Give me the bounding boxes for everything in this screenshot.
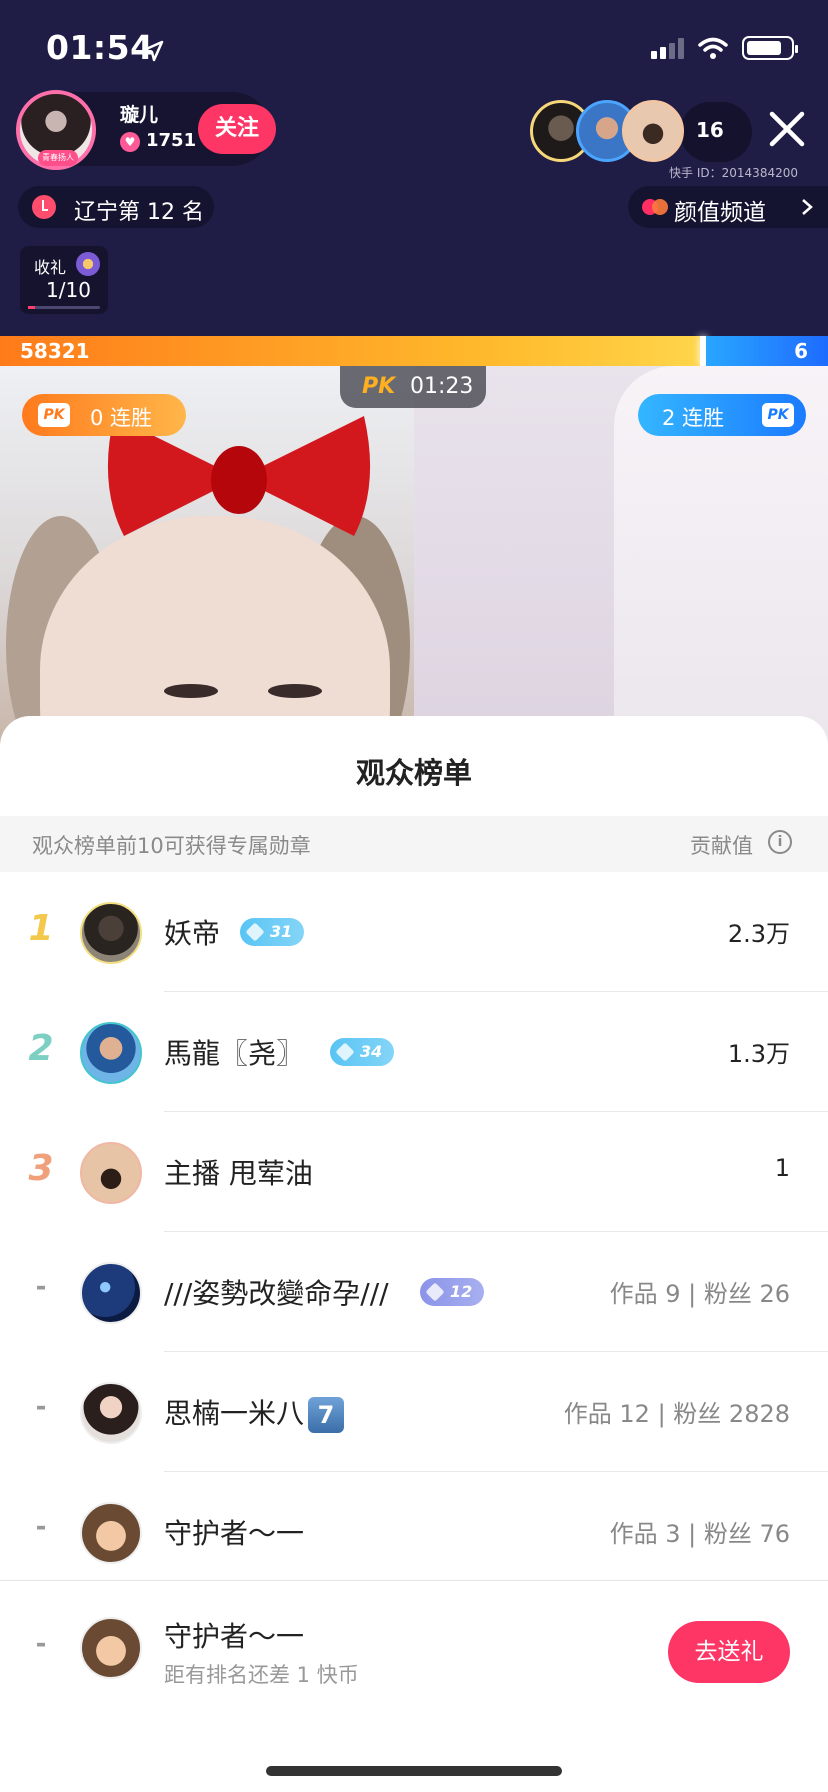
user-name: 妖帝 [164, 917, 221, 950]
gift-icon [76, 252, 100, 276]
chevron-right-icon [802, 199, 813, 215]
audience-leaderboard-sheet: 观众榜单 观众榜单前10可获得专属勋章 贡献值 i 1 妖帝 31 2.3万 2… [0, 716, 828, 1792]
rank-number: - [35, 1629, 47, 1659]
avatar[interactable] [80, 1502, 142, 1564]
host-badge: 青春扬人 [38, 150, 78, 166]
leaderboard-row[interactable]: 2 馬龍〖尧〗 34 1.3万 [0, 992, 828, 1112]
gift-task-box[interactable]: 收礼 1/10 [20, 246, 108, 314]
level-badge: 12 [420, 1278, 484, 1306]
user-stats: 作品 3 | 粉丝 76 [609, 1520, 790, 1548]
gift-task-count: 1/10 [46, 278, 91, 302]
leaderboard-row[interactable]: 1 妖帝 31 2.3万 [0, 872, 828, 992]
user-name: 馬龍〖尧〗 [164, 1037, 305, 1070]
pk-bar-right [706, 336, 828, 366]
avatar[interactable] [80, 1142, 142, 1204]
pk-badge-icon: PK [762, 403, 794, 427]
rank-number: - [35, 1392, 47, 1422]
channel-logo-icon [642, 199, 668, 215]
close-icon[interactable] [764, 106, 810, 152]
leaderboard-hint-bar: 观众榜单前10可获得专属勋章 贡献值 i [0, 816, 828, 872]
kuaishou-id: 快手 ID：2014384200 [669, 166, 798, 180]
my-avatar[interactable] [80, 1617, 142, 1679]
gift-task-label: 收礼 [34, 258, 67, 277]
leaderboard-row[interactable]: 3 主播 甩荤油 1 [0, 1112, 828, 1232]
leaderboard-row[interactable]: - ///姿勢改變命孕/// 12 作品 9 | 粉丝 26 [0, 1232, 828, 1352]
leaderboard-hint: 观众榜单前10可获得专属勋章 [32, 834, 311, 858]
gift-task-progress [28, 306, 100, 309]
pk-timer: PK 01:23 [340, 366, 486, 408]
battery-icon [742, 36, 798, 60]
rank-number: - [35, 1512, 47, 1542]
channel-pill[interactable]: 颜值频道 [628, 186, 828, 228]
follow-button[interactable]: 关注 [198, 104, 276, 154]
user-stats: 作品 9 | 粉丝 26 [609, 1280, 790, 1308]
my-rank-gap: 距有排名还差 1 快币 [164, 1663, 359, 1687]
status-icons [651, 36, 798, 60]
viewer-avatar[interactable] [622, 100, 684, 162]
leaderboard-row[interactable]: - 思楠一米八 7 作品 12 | 粉丝 2828 [0, 1352, 828, 1472]
streak-right-text: 2 连胜 [662, 406, 725, 430]
pk-score-left: 58321 [20, 339, 90, 363]
rank-number: 2 [28, 1028, 54, 1069]
host-name: 璇儿 [120, 104, 159, 126]
wifi-icon [698, 37, 728, 59]
user-name: 守护者～一 [164, 1517, 305, 1550]
number-badge: 7 [308, 1397, 345, 1433]
pk-score-right: 6 [794, 339, 808, 363]
leaderboard-row[interactable]: - 守护者～一 作品 3 | 粉丝 76 [0, 1472, 828, 1592]
region-rank-pill[interactable]: 辽宁第 12 名 [18, 186, 214, 228]
live-header: 01:54 青春扬人 璇儿 ♥ 1751 关注 16 快手 ID：2014384… [0, 0, 828, 336]
channel-text: 颜值频道 [674, 200, 766, 226]
avatar[interactable] [80, 902, 142, 964]
avatar[interactable] [80, 1022, 142, 1084]
pk-bar-left [0, 336, 701, 366]
rank-number: 1 [28, 908, 54, 949]
rank-number: 3 [28, 1148, 54, 1189]
heart-icon: ♥ [120, 132, 140, 152]
contribution-value: 1.3万 [727, 1040, 790, 1068]
avatar[interactable] [80, 1382, 142, 1444]
pk-logo: PK [362, 374, 396, 399]
location-arrow-icon [142, 40, 164, 62]
streak-right-badge: 2 连胜 PK [638, 394, 806, 436]
host-likes: 1751 [146, 130, 197, 151]
level-badge: 31 [240, 918, 304, 946]
contribution-label: 贡献值 [690, 834, 753, 858]
contribution-value: 1 [774, 1154, 790, 1182]
top-viewers[interactable]: 16 [530, 100, 752, 164]
user-stats: 作品 12 | 粉丝 2828 [563, 1400, 790, 1428]
pk-badge-icon: PK [38, 403, 70, 427]
sheet-title: 观众榜单 [355, 756, 472, 790]
region-rank-text: 辽宁第 12 名 [74, 200, 204, 225]
user-name: 思楠一米八 7 [164, 1392, 345, 1433]
pk-timer-value: 01:23 [410, 374, 474, 399]
signal-icon [651, 37, 684, 59]
home-indicator[interactable] [266, 1766, 562, 1776]
pk-score-bar [0, 336, 828, 366]
contribution-value: 2.3万 [727, 920, 790, 948]
viewer-count[interactable]: 16 [696, 118, 724, 142]
gem-icon [245, 922, 265, 942]
clock-icon [32, 195, 56, 219]
streak-left-text: 0 连胜 [90, 406, 153, 430]
gem-icon [425, 1282, 445, 1302]
gem-icon [335, 1042, 355, 1062]
avatar[interactable] [80, 1262, 142, 1324]
user-name: 主播 甩荤油 [164, 1157, 313, 1190]
send-gift-button[interactable]: 去送礼 [668, 1621, 790, 1683]
user-name: ///姿勢改變命孕/// [164, 1277, 389, 1310]
level-badge: 34 [330, 1038, 394, 1066]
my-rank-row: - 守护者～一 距有排名还差 1 快币 去送礼 [0, 1580, 828, 1712]
info-icon[interactable]: i [768, 830, 792, 854]
my-name: 守护者～一 [164, 1620, 305, 1653]
status-time: 01:54 [46, 28, 154, 67]
streak-left-badge: PK 0 连胜 [22, 394, 186, 436]
host-card[interactable]: 青春扬人 璇儿 ♥ 1751 关注 [16, 90, 276, 170]
rank-number: - [35, 1272, 47, 1302]
